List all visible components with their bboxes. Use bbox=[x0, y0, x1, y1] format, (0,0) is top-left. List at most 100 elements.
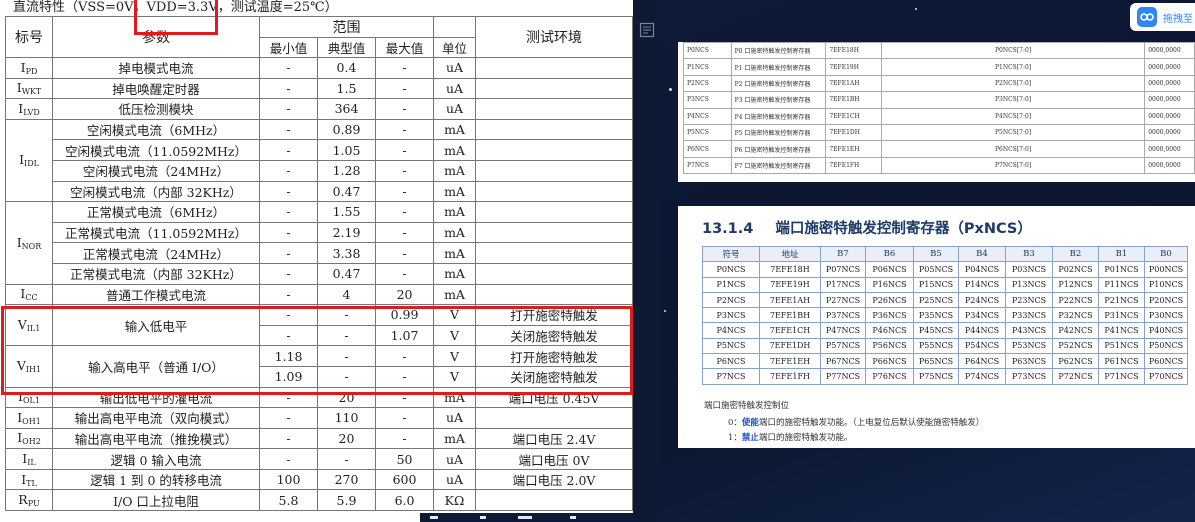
symbol-subscript: OL1 bbox=[22, 396, 40, 406]
unit-cell: uA bbox=[433, 98, 477, 120]
min-cell: - bbox=[259, 159, 318, 182]
summary-desc: P1 口施密特触发控制寄存器 bbox=[730, 58, 827, 76]
param-cell: 输出高电平电流（双向模式） bbox=[52, 407, 260, 429]
typ-cell: 2.19 bbox=[317, 221, 376, 244]
pxncs-cell: P35NCS bbox=[913, 307, 959, 324]
note-0-strong: 使能 bbox=[741, 418, 759, 428]
symbol-subscript: PU bbox=[27, 499, 40, 509]
table-row: RPU I/O 口上拉电阻 5.8 5.9 6.0 KΩ bbox=[5, 489, 633, 512]
unit-cell: mA bbox=[433, 139, 477, 161]
env-cell bbox=[475, 98, 633, 120]
pxncs-header-cell: B0 bbox=[1144, 245, 1188, 263]
pxncs-cell: P36NCS bbox=[865, 307, 914, 324]
summary-reset: 0000,0000 bbox=[1144, 107, 1195, 125]
table-row: 正常模式电流（内部 32KHz） -0.47- mA bbox=[6, 262, 633, 285]
symbol-subscript: IH1 bbox=[25, 365, 42, 375]
register-summary-table: P0NCS P0 口施密特触发控制寄存器 7EFE18H P0NCS[7:0] 0000… bbox=[683, 42, 1195, 175]
pxncs-cell: P32NCS bbox=[1052, 307, 1099, 324]
typ-cell: 0.4 bbox=[317, 57, 376, 79]
symbol-cell: RPU bbox=[5, 489, 53, 512]
pxncs-cell: P33NCS bbox=[1005, 307, 1053, 324]
max-cell: - bbox=[374, 221, 435, 244]
pxncs-cell: P15NCS bbox=[913, 276, 959, 293]
symbol-cell: IIDL bbox=[5, 118, 53, 203]
register-summary-row: P3NCS P3 口施密特触发控制寄存器 7EFE1BH P3NCS[7:0] 0000… bbox=[683, 91, 1195, 109]
param-cell: 掉电模式电流 bbox=[52, 57, 260, 79]
unit-cell: mA bbox=[433, 283, 477, 306]
param-cell: 空闲模式电流（24MHz） bbox=[52, 159, 260, 182]
summary-field: P6NCS[7:0] bbox=[880, 140, 1146, 158]
floating-app-bubble[interactable]: 拖拽至 bbox=[1130, 3, 1195, 31]
symbol-cell: IOL1 bbox=[5, 386, 53, 409]
star-dot bbox=[669, 88, 672, 91]
min-cell: - bbox=[259, 386, 318, 409]
typ-cell: 20 bbox=[317, 427, 376, 450]
env-cell: 端口电压 2.4V bbox=[475, 427, 633, 450]
summary-reset: 0000,0000 bbox=[1144, 58, 1195, 76]
max-cell: - bbox=[374, 386, 435, 409]
summary-reset: 0000,0000 bbox=[1144, 91, 1195, 109]
table-row: IIL 逻辑 0 输入电流 - -50 uA 端口电压 0V bbox=[5, 448, 633, 470]
pxncs-header-cell: B5 bbox=[913, 245, 959, 263]
min-cell: - bbox=[259, 304, 318, 326]
pxncs-cell: P06NCS bbox=[865, 261, 914, 278]
unit-cell: uA bbox=[433, 448, 477, 470]
pdf-viewer[interactable]: 拖拽至 P0NCS P0 口施密特触发控制寄存器 7EFE18H P0NCS[7:0]… bbox=[660, 0, 1195, 522]
pxncs-row: P7NCS 7EFE1FH P77NCS P76NCS P75NCS P74NCS P73N… bbox=[702, 368, 1188, 385]
pxncs-cell: P02NCS bbox=[1052, 261, 1099, 278]
symbol-subscript: NOR bbox=[21, 241, 42, 251]
pxncs-cell: P75NCS bbox=[913, 368, 959, 385]
table-row: IOL1 输出低电平的灌电流 -20- mA 端口电压 0.45V bbox=[5, 386, 633, 409]
pxncs-cell: P0NCS bbox=[702, 261, 760, 278]
typ-cell: 270 bbox=[317, 468, 376, 491]
env-cell bbox=[475, 159, 633, 182]
max-cell: 600 bbox=[374, 468, 435, 491]
pxncs-row: P4NCS 7EFE1CH P47NCS P46NCS P45NCS P44NCS P43N… bbox=[702, 322, 1188, 339]
symbol-cell: IWKT bbox=[5, 77, 53, 100]
pxncs-cell: P71NCS bbox=[1098, 368, 1145, 385]
summary-name: P4NCS bbox=[683, 107, 732, 125]
current-page: 13.1.4 端口施密特触发控制寄存器（PxNCS） 符号 地址 B7 B6 B5 B4 B3… bbox=[678, 206, 1195, 448]
min-cell: - bbox=[259, 221, 318, 244]
param-cell: I/O 口上拉电阻 bbox=[52, 489, 260, 512]
table-row: 空闲模式电流（内部 32KHz） -0.47- mA bbox=[6, 180, 633, 203]
summary-desc: P3 口施密特触发控制寄存器 bbox=[730, 91, 827, 109]
note-line-0: 0：使能端口的施密特触发功能。（上电复位后默认使能施密特触发） bbox=[728, 416, 984, 428]
env-cell: 端口电压 2.0V bbox=[475, 468, 633, 491]
pxncs-cell: P3NCS bbox=[702, 307, 760, 324]
table-row: IOH2 输出高电平电流（推挽模式） -20- mA 端口电压 2.4V bbox=[5, 427, 633, 450]
typ-cell: 20 bbox=[317, 386, 376, 409]
table-body: IPD 掉电模式电流 -0.4- uA IWKT 掉电唤醒定时器 -1.5- uA ILVD 低压… bbox=[5, 57, 633, 512]
pxncs-cell: 7EFE1FH bbox=[759, 368, 821, 385]
min-cell: - bbox=[259, 139, 318, 161]
min-cell: - bbox=[259, 77, 318, 100]
section-heading: 13.1.4 端口施密特触发控制寄存器（PxNCS） bbox=[702, 217, 1032, 238]
pxncs-cell: P37NCS bbox=[820, 307, 866, 324]
typ-cell: 1.28 bbox=[317, 159, 376, 182]
summary-field: P1NCS[7:0] bbox=[880, 58, 1146, 76]
summary-reset: 0000,0000 bbox=[1144, 42, 1195, 60]
pxncs-cell: 7EFE18H bbox=[759, 261, 821, 278]
export-icon[interactable] bbox=[639, 22, 655, 38]
pxncs-cell: P10NCS bbox=[1144, 276, 1188, 293]
note-1-key: 1： bbox=[728, 433, 742, 443]
typ-cell: 4 bbox=[317, 283, 376, 306]
param-cell: 正常模式电流（11.0592MHz） bbox=[52, 221, 260, 244]
env-cell bbox=[475, 57, 633, 79]
pxncs-header-cell: 地址 bbox=[759, 245, 821, 263]
unit-cell: V bbox=[433, 304, 477, 326]
pxncs-cell: P73NCS bbox=[1005, 368, 1053, 385]
pxncs-cell: P04NCS bbox=[958, 261, 1006, 278]
pxncs-cell: P42NCS bbox=[1052, 322, 1099, 339]
note-0-key: 0： bbox=[728, 418, 742, 428]
unit-cell: uA bbox=[433, 57, 477, 79]
summary-addr: 7EFE1FH bbox=[825, 156, 882, 175]
pxncs-cell: P47NCS bbox=[820, 322, 866, 339]
min-cell: 1.09 bbox=[259, 365, 318, 388]
symbol-letter: R bbox=[18, 492, 28, 508]
pxncs-cell: P6NCS bbox=[702, 353, 760, 370]
summary-name: P2NCS bbox=[683, 74, 732, 93]
dc-characteristics-table: 标号 参数 范围 测试环境 最小值 典型值 最大值 单位 IPD 掉电模式电流 -0… bbox=[5, 16, 633, 512]
summary-name: P1NCS bbox=[683, 58, 732, 76]
summary-addr: 7EFE1DH bbox=[825, 123, 882, 142]
